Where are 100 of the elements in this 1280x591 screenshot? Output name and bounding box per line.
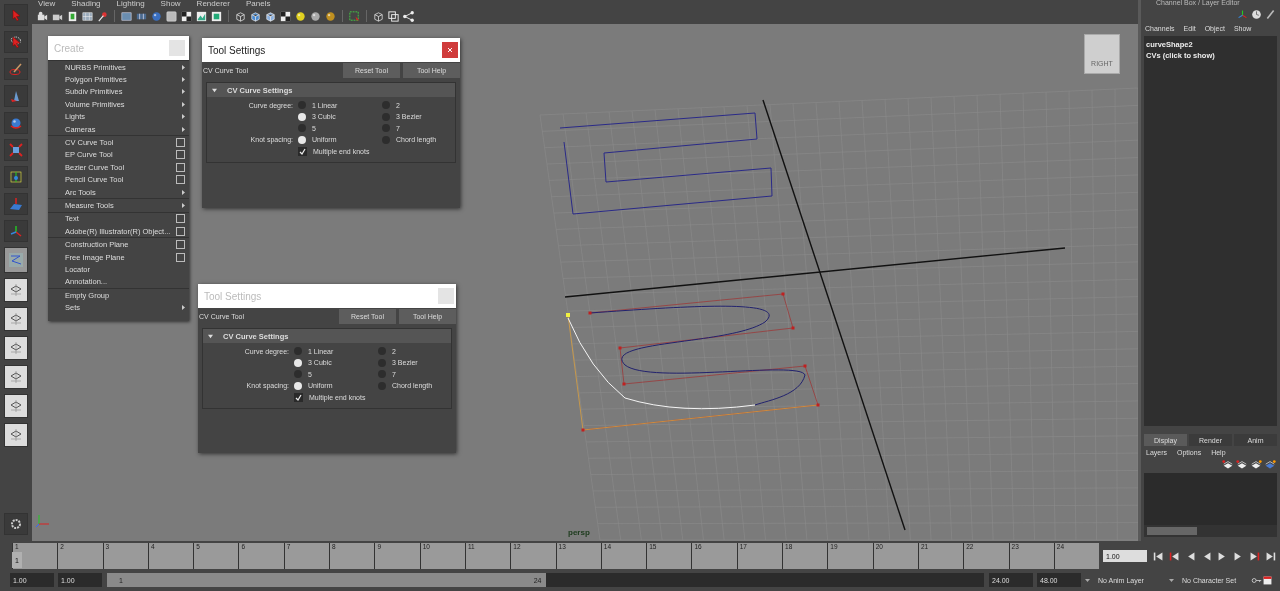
step-forward-key-icon[interactable]	[1249, 550, 1260, 562]
menu-title: Create	[54, 42, 84, 54]
curve-tool-button[interactable]	[4, 247, 28, 273]
image-icon[interactable]	[195, 9, 208, 23]
sphere-icon[interactable]	[294, 9, 307, 23]
go-to-start-icon[interactable]	[1153, 550, 1164, 562]
option-box-icon[interactable]	[176, 138, 185, 148]
new-layer-icon[interactable]	[1264, 459, 1276, 471]
cube-icon[interactable]	[234, 9, 247, 23]
square-icon[interactable]	[165, 9, 178, 23]
viewport[interactable]	[32, 24, 1138, 541]
calendar-icon[interactable]	[1262, 574, 1273, 586]
layer-icon[interactable]	[1222, 459, 1234, 471]
pin-icon[interactable]	[96, 9, 109, 23]
option-box-icon[interactable]	[176, 162, 185, 172]
layer-icon[interactable]	[1236, 459, 1248, 471]
rotate-icon[interactable]	[9, 116, 23, 130]
menu-item[interactable]: Shading	[71, 0, 101, 8]
spiral-curve[interactable]	[559, 112, 773, 215]
sphere-icon[interactable]	[324, 9, 337, 23]
hypershade-view-button[interactable]	[4, 423, 28, 447]
pencil-icon[interactable]	[1265, 9, 1276, 20]
close-icon[interactable]	[447, 47, 453, 53]
radio-button[interactable]	[294, 358, 302, 367]
play-forward-icon[interactable]	[1217, 550, 1228, 562]
camera-icon[interactable]	[36, 9, 49, 23]
option-box-icon[interactable]	[176, 226, 185, 236]
single-view-icon[interactable]	[9, 283, 23, 297]
paint-brush-button[interactable]	[4, 58, 28, 80]
single-view-button[interactable]	[4, 278, 28, 302]
option-box-icon[interactable]	[176, 150, 185, 160]
option-box-icon[interactable]	[176, 214, 185, 224]
manipulator-icon[interactable]	[9, 170, 23, 184]
option-box-icon[interactable]	[176, 240, 185, 250]
outliner-view-button[interactable]	[4, 336, 28, 360]
select-arrow-button[interactable]	[4, 4, 28, 26]
lasso-select-icon[interactable]	[9, 35, 23, 49]
scroll-bar[interactable]	[1144, 525, 1277, 537]
sphere-icon[interactable]	[309, 9, 322, 23]
cube-icon[interactable]	[264, 9, 277, 23]
dropdown-arrow-icon[interactable]	[1169, 578, 1174, 582]
radio-button[interactable]	[294, 381, 302, 390]
clock-icon[interactable]	[1251, 9, 1262, 20]
dropdown-arrow-icon[interactable]	[1085, 578, 1090, 582]
graph-view-button[interactable]	[4, 365, 28, 389]
close-button[interactable]	[442, 42, 458, 58]
window-title: Tool Settings	[204, 290, 262, 302]
axis-gizmo-icon	[35, 512, 51, 528]
axis-icon[interactable]	[1237, 9, 1248, 20]
cube-icon[interactable]	[249, 9, 262, 23]
layer-view-button[interactable]	[4, 394, 28, 418]
scale-button[interactable]	[4, 139, 28, 161]
move-button[interactable]	[4, 85, 28, 107]
menu-item[interactable]: Renderer	[196, 0, 230, 8]
menu-item[interactable]: Panels	[245, 0, 271, 8]
paint-brush-icon[interactable]	[9, 62, 23, 76]
go-to-end-icon[interactable]	[1265, 550, 1276, 562]
frame-icon[interactable]	[210, 9, 223, 23]
grid-icon[interactable]	[81, 9, 94, 23]
menu-item[interactable]: View	[38, 0, 56, 8]
submenu-arrow-icon	[182, 305, 185, 311]
radio-button[interactable]	[298, 112, 306, 121]
script-button[interactable]	[4, 513, 28, 535]
checker-icon[interactable]	[180, 9, 193, 23]
rotate-button[interactable]	[4, 112, 28, 134]
cube-icon[interactable]	[372, 9, 385, 23]
checker-icon[interactable]	[279, 9, 292, 23]
submenu-arrow-icon	[182, 189, 185, 195]
menu-item[interactable]: Lighting	[116, 0, 145, 8]
scale-icon[interactable]	[9, 143, 23, 157]
checkbox[interactable]	[294, 393, 303, 402]
soft-modify-button[interactable]	[4, 193, 28, 215]
lasso-select-button[interactable]	[4, 31, 28, 53]
option-box-icon[interactable]	[176, 175, 185, 185]
radio-button[interactable]	[298, 135, 306, 144]
submenu-arrow-icon	[182, 203, 185, 208]
axis-icon[interactable]	[9, 224, 23, 238]
new-layer-icon[interactable]	[1250, 459, 1262, 471]
soft-modify-icon[interactable]	[9, 197, 23, 211]
frame-icon[interactable]	[387, 9, 400, 23]
manipulator-button[interactable]	[4, 166, 28, 188]
wireframe-icon[interactable]	[120, 9, 133, 23]
curve-tool-icon[interactable]	[9, 253, 23, 267]
collapse-triangle-icon[interactable]	[212, 87, 217, 93]
selection-icon[interactable]	[348, 9, 361, 23]
checkbox[interactable]	[298, 147, 307, 156]
four-view-button[interactable]	[4, 307, 28, 331]
step-forward-icon[interactable]	[1233, 550, 1244, 562]
axis-button[interactable]	[4, 220, 28, 242]
step-back-icon[interactable]	[1185, 550, 1196, 562]
sphere-icon[interactable]	[150, 9, 163, 23]
collapse-triangle-icon[interactable]	[208, 333, 213, 339]
share-icon[interactable]	[402, 9, 415, 23]
option-box-icon[interactable]	[176, 252, 185, 262]
play-backward-icon[interactable]	[1201, 550, 1212, 562]
select-arrow-icon[interactable]	[9, 8, 23, 22]
gear-icon[interactable]	[9, 517, 23, 531]
step-back-key-icon[interactable]	[1169, 550, 1180, 562]
film-icon[interactable]	[66, 9, 79, 23]
menu-item[interactable]: Show	[160, 0, 181, 8]
